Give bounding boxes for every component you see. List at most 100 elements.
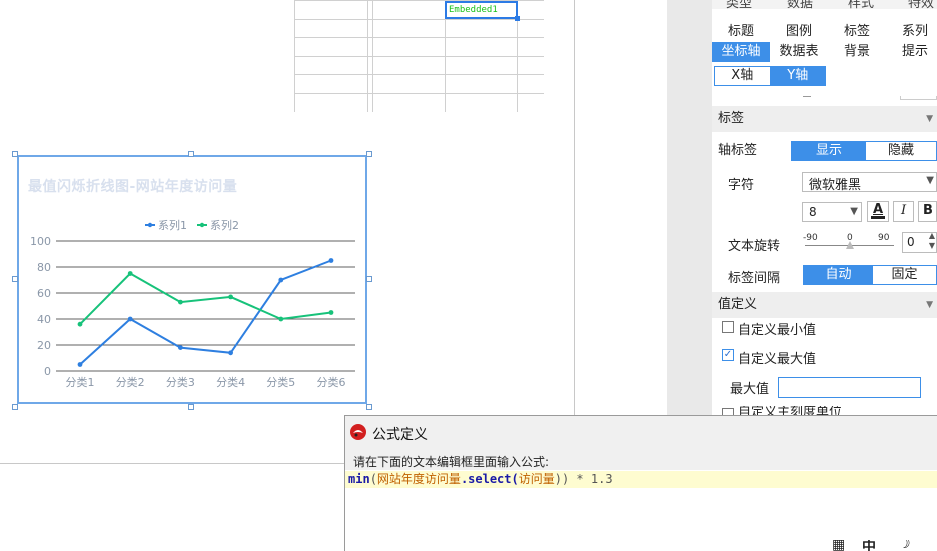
- collapse-caret-icon[interactable]: ▼: [926, 292, 933, 318]
- legend-entry: 系列2: [210, 218, 239, 232]
- font-color-icon: A: [873, 202, 884, 217]
- interval-label: 标签间隔: [728, 271, 781, 286]
- value-section[interactable]: 值定义 ▼: [712, 292, 937, 318]
- formula-text[interactable]: min(网站年度访问量.select(访问量)) * 1.3: [348, 472, 613, 487]
- tab-legend[interactable]: 图例: [770, 22, 828, 42]
- legend-marker: [147, 222, 153, 228]
- font-size-select[interactable]: 8 ▼: [802, 202, 862, 222]
- x-axis-tab[interactable]: X轴: [715, 67, 771, 85]
- formula-paren: )): [554, 472, 570, 486]
- custom-major-checkbox[interactable]: [722, 408, 734, 415]
- data-point: [77, 321, 83, 327]
- color-swatch: [871, 216, 885, 219]
- section-label-title: 标签: [718, 111, 745, 126]
- resize-handle[interactable]: [12, 151, 18, 157]
- spinner-down-icon[interactable]: ▼: [929, 241, 935, 250]
- interval-auto-button[interactable]: 自动: [804, 266, 873, 284]
- custom-min-checkbox[interactable]: [722, 321, 734, 333]
- font-label: 字符: [728, 178, 755, 193]
- resize-handle[interactable]: [366, 151, 372, 157]
- embedded-cell[interactable]: Embedded1: [445, 1, 518, 19]
- series-line: [79, 259, 332, 366]
- dialog-title: 公式定义: [372, 427, 428, 443]
- canvas-divider: [0, 463, 345, 464]
- dialog-prompt: 请在下面的文本编辑框里面输入公式:: [353, 455, 550, 469]
- data-point: [77, 362, 83, 367]
- chevron-down-icon: ▼: [926, 175, 934, 186]
- rotate-value-input[interactable]: 0 ▲ ▼: [902, 231, 937, 253]
- scroll-hint: [900, 96, 937, 100]
- tab-series[interactable]: 系列: [886, 22, 937, 42]
- rotate-label: 文本旋转: [728, 239, 781, 254]
- resize-handle[interactable]: [188, 151, 194, 157]
- x-tick-label: 分类4: [216, 375, 245, 389]
- chevron-down-icon: ▼: [850, 206, 858, 217]
- font-family-select[interactable]: 微软雅黑 ▼: [802, 172, 937, 193]
- show-button[interactable]: 显示: [792, 142, 866, 160]
- font-size-value: 8: [809, 205, 817, 219]
- x-tick-label: 分类1: [66, 375, 95, 389]
- panel-gutter: [667, 0, 712, 415]
- tab-data[interactable]: 数据: [787, 0, 813, 9]
- tab-background[interactable]: 背景: [828, 42, 886, 62]
- section-label[interactable]: 标签 ▼: [712, 106, 937, 132]
- ime-grid-icon[interactable]: ▦: [832, 540, 845, 551]
- data-point: [127, 271, 133, 276]
- ime-mode-icon[interactable]: 中: [862, 540, 876, 551]
- tab-label[interactable]: 标签: [828, 22, 886, 42]
- data-point: [178, 299, 183, 305]
- resize-handle[interactable]: [188, 404, 194, 410]
- canvas-divider: [574, 0, 575, 415]
- legend-marker: [199, 222, 205, 228]
- ime-toolbar[interactable]: ▦ 中 ☽: [832, 540, 937, 551]
- line-chart: 系列1 系列2 100 80 60 40 20 0 分类1 分类2 分类3 分类4 分类5 分类6: [30, 218, 355, 389]
- custom-major-label: 自定义主刻度单位: [738, 406, 843, 415]
- rotate-value: 0: [907, 235, 915, 249]
- font-color-button[interactable]: A: [867, 201, 889, 222]
- y-tick-label: 40: [37, 313, 51, 326]
- font-family-value: 微软雅黑: [809, 178, 862, 193]
- resize-handle[interactable]: [366, 404, 372, 410]
- tab-type[interactable]: 类型: [726, 0, 752, 9]
- style-tabs-row2: 坐标轴 数据表 背景 提示: [712, 42, 937, 62]
- tab-axis[interactable]: 坐标轴: [712, 42, 770, 62]
- tab-tooltip[interactable]: 提示: [886, 42, 937, 62]
- spinner-up-icon[interactable]: ▲: [929, 231, 935, 240]
- y-axis-tab[interactable]: Y轴: [770, 67, 825, 85]
- y-tick-label: 0: [44, 365, 51, 378]
- italic-icon: I: [901, 203, 907, 218]
- data-point: [178, 345, 183, 350]
- formula-method: .select(: [460, 472, 519, 486]
- ime-moon-icon[interactable]: ☽: [898, 540, 911, 551]
- rotate-slider-thumb[interactable]: [846, 241, 854, 249]
- custom-min-label: 自定义最小值: [738, 323, 817, 338]
- divider: [803, 96, 811, 97]
- bold-icon: B: [923, 203, 933, 218]
- max-value-input[interactable]: [778, 377, 921, 398]
- italic-button[interactable]: I: [893, 201, 914, 222]
- hide-button[interactable]: 隐藏: [865, 142, 936, 160]
- y-tick-label: 100: [30, 235, 51, 248]
- bold-button[interactable]: B: [918, 201, 937, 222]
- tab-title[interactable]: 标题: [712, 22, 770, 42]
- tab-style[interactable]: 样式: [848, 0, 874, 9]
- formula-function: min: [348, 472, 370, 486]
- data-point: [228, 350, 234, 356]
- top-tab-strip[interactable]: 类型 数据 样式 特效: [712, 0, 937, 9]
- tab-datasheet[interactable]: 数据表: [770, 42, 828, 62]
- collapse-caret-icon[interactable]: ▼: [926, 106, 933, 132]
- interval-toggle: 自动 固定: [803, 265, 937, 285]
- data-point: [328, 310, 334, 315]
- data-point: [328, 258, 334, 263]
- tab-effects[interactable]: 特效: [908, 0, 934, 9]
- y-tick-label: 20: [37, 339, 51, 352]
- rotate-tick-min: -90: [803, 233, 818, 243]
- style-tabs-row1: 标题 图例 标签 系列: [712, 22, 937, 42]
- interval-fixed-button[interactable]: 固定: [872, 266, 936, 284]
- resize-handle[interactable]: [12, 404, 18, 410]
- custom-max-checkbox[interactable]: ✓: [722, 349, 734, 361]
- y-tick-label: 80: [37, 261, 51, 274]
- cell-resize-handle[interactable]: [515, 16, 520, 21]
- x-tick-label: 分类5: [266, 375, 295, 389]
- data-point: [278, 277, 284, 283]
